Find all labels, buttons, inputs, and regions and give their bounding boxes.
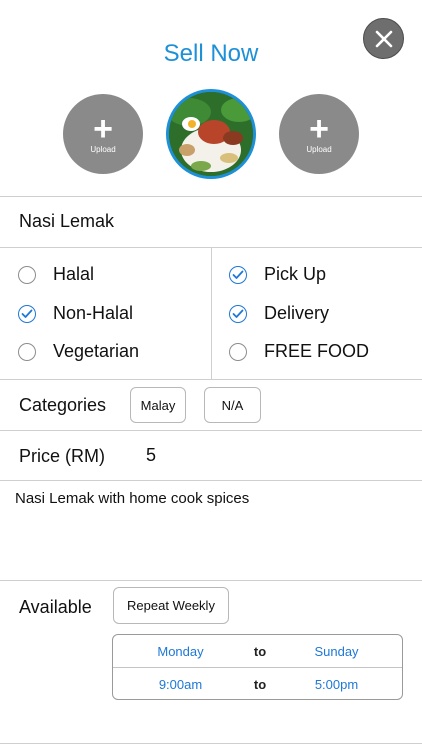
radio-unchecked-icon	[18, 342, 36, 361]
options-divider	[211, 247, 212, 379]
description-textarea[interactable]: Nasi Lemak with home cook spices	[15, 490, 249, 507]
divider	[0, 430, 422, 431]
to-label: to	[253, 644, 267, 659]
page-title: Sell Now	[163, 40, 259, 67]
category-chip-na[interactable]: N/A	[204, 387, 261, 423]
category-chip-malay[interactable]: Malay	[130, 387, 186, 423]
plus-icon: +	[93, 109, 113, 148]
check-circle-icon	[18, 304, 36, 323]
categories-label: Categories	[19, 395, 107, 415]
food-photo-image	[169, 92, 253, 176]
from-time-select[interactable]: 9:00am	[143, 677, 218, 692]
main-food-photo[interactable]	[166, 89, 256, 179]
option-label: Delivery	[264, 303, 330, 323]
divider	[0, 743, 422, 744]
option-vegetarian[interactable]: Vegetarian	[18, 341, 139, 362]
to-label: to	[253, 677, 267, 692]
repeat-weekly-button[interactable]: Repeat Weekly	[113, 587, 229, 624]
schedule-day-row: Monday to Sunday	[113, 635, 402, 668]
from-day-select[interactable]: Monday	[143, 644, 218, 659]
schedule-time-row: 9:00am to 5:00pm	[113, 668, 402, 701]
price-input[interactable]: 5	[146, 445, 156, 466]
divider	[0, 196, 422, 197]
option-label: Non-Halal	[53, 303, 134, 323]
option-halal[interactable]: Halal	[18, 264, 94, 285]
upload-photo-right-button[interactable]: + Upload	[279, 94, 359, 174]
option-label: Vegetarian	[53, 341, 140, 361]
option-free-food[interactable]: FREE FOOD	[229, 341, 369, 362]
option-label: Pick Up	[264, 264, 327, 284]
plus-icon: +	[309, 109, 329, 148]
check-circle-icon	[229, 304, 247, 323]
option-delivery[interactable]: Delivery	[229, 303, 329, 324]
option-label: FREE FOOD	[264, 341, 370, 361]
upload-label: Upload	[306, 144, 332, 154]
upload-photo-left-button[interactable]: + Upload	[63, 94, 143, 174]
divider	[0, 580, 422, 581]
dish-name-field[interactable]: Nasi Lemak	[19, 211, 114, 232]
divider	[0, 480, 422, 481]
to-day-select[interactable]: Sunday	[299, 644, 374, 659]
option-label: Halal	[53, 264, 95, 284]
radio-unchecked-icon	[18, 265, 36, 284]
schedule-box: Monday to Sunday 9:00am to 5:00pm	[112, 634, 403, 700]
available-label: Available	[19, 597, 92, 617]
radio-unchecked-icon	[229, 342, 247, 361]
upload-label: Upload	[90, 144, 116, 154]
option-pick-up[interactable]: Pick Up	[229, 264, 326, 285]
price-label: Price (RM)	[19, 446, 105, 466]
to-time-select[interactable]: 5:00pm	[299, 677, 374, 692]
divider	[0, 379, 422, 380]
check-circle-icon	[229, 265, 247, 284]
option-non-halal[interactable]: Non-Halal	[18, 303, 133, 324]
